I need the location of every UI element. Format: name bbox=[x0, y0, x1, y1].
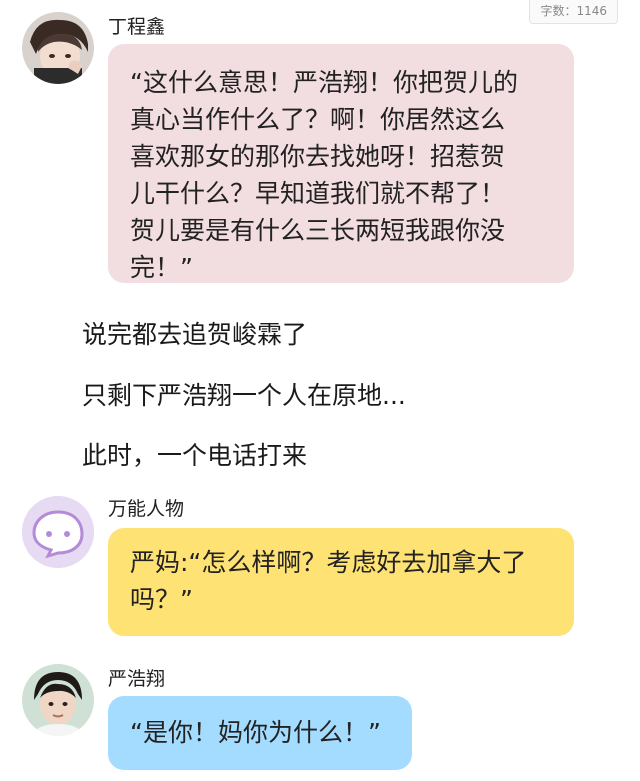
narration-text: 说完都去追贺峻霖了 bbox=[82, 320, 308, 349]
message-line: 严妈:“怎么样啊？考虑好去加拿大了 bbox=[130, 548, 527, 577]
speaker-name: 严浩翔 bbox=[108, 668, 166, 690]
word-count-badge: 字数：1146 bbox=[529, 0, 618, 24]
message-line: 喜欢那女的那你去找她呀！招惹贺 bbox=[130, 142, 506, 171]
message-bubble: “这什么意思！严浩翔！你把贺儿的 真心当作什么了？啊！你居然这么 喜欢那女的那你… bbox=[108, 44, 574, 283]
avatar[interactable] bbox=[22, 496, 94, 568]
avatar[interactable] bbox=[22, 664, 94, 736]
speaker-name: 丁程鑫 bbox=[108, 16, 166, 38]
message-bubble: 严妈:“怎么样啊？考虑好去加拿大了 吗？” bbox=[108, 528, 574, 636]
message-line: “这什么意思！严浩翔！你把贺儿的 bbox=[130, 68, 518, 97]
narration-text: 此时，一个电话打来 bbox=[82, 441, 308, 470]
chat-bubble-icon bbox=[22, 496, 94, 568]
narration-text: 只剩下严浩翔一个人在原地... bbox=[82, 381, 406, 410]
avatar[interactable] bbox=[22, 12, 94, 84]
message-line: “是你！妈你为什么！” bbox=[130, 718, 381, 747]
chat-story-page: 字数：1146 丁程鑫 “这什么意思！严浩翔！你把贺儿的 真心当作什么了？啊！你… bbox=[0, 0, 640, 781]
person-photo-icon bbox=[22, 664, 94, 736]
speaker-name: 万能人物 bbox=[108, 498, 185, 520]
person-photo-icon bbox=[22, 12, 94, 84]
message-line: 吗？” bbox=[130, 585, 193, 614]
message-line: 完！” bbox=[130, 253, 193, 282]
message-line: 贺儿要是有什么三长两短我跟你没 bbox=[130, 216, 506, 245]
message-bubble: “是你！妈你为什么！” bbox=[108, 696, 412, 770]
message-line: 真心当作什么了？啊！你居然这么 bbox=[130, 105, 506, 134]
message-line: 儿干什么？早知道我们就不帮了！ bbox=[130, 179, 506, 208]
